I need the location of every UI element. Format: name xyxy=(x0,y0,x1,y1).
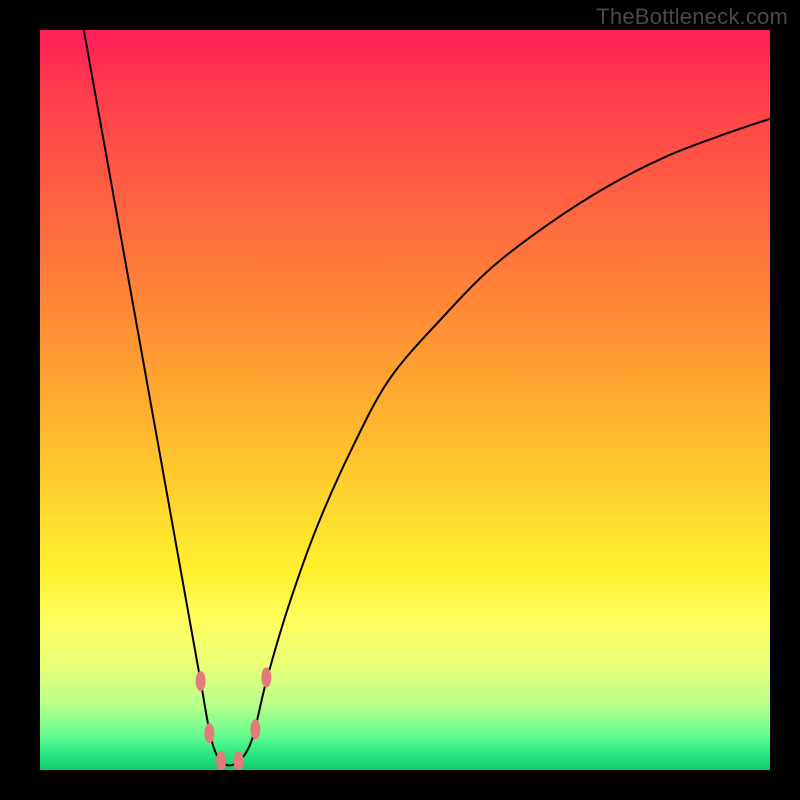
curve-marker-icon xyxy=(250,719,260,739)
curve-marker-icon xyxy=(234,751,244,770)
bottleneck-curve-svg xyxy=(40,30,770,770)
chart-frame: TheBottleneck.com xyxy=(0,0,800,800)
curve-marker-icon xyxy=(204,723,214,743)
curve-marker-icon xyxy=(261,668,271,688)
bottleneck-curve-icon xyxy=(84,30,770,765)
plot-area xyxy=(40,30,770,770)
curve-marker-icon xyxy=(196,671,206,691)
curve-marker-icon xyxy=(216,751,226,770)
watermark-text: TheBottleneck.com xyxy=(596,4,788,30)
